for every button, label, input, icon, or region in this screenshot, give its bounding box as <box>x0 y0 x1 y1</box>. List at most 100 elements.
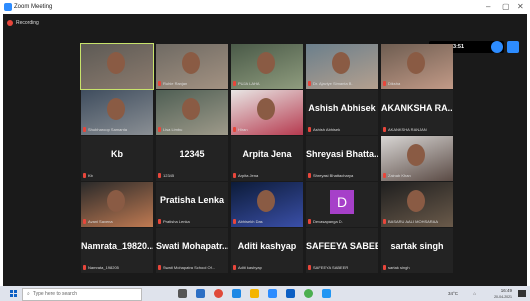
muted-mic-icon <box>233 127 236 133</box>
participant-name-label: Avani Saxena <box>83 218 151 225</box>
participant-tile[interactable]: SAFEEYA SABEER SAFEEYA SABEER <box>306 228 378 273</box>
participant-video <box>81 44 153 89</box>
participant-name-label: 12345 <box>158 172 226 179</box>
participant-tile[interactable]: Namrata_19820... Namrata_198205 <box>81 228 153 273</box>
participant-name-label: Diksha <box>383 80 451 87</box>
participant-tile[interactable]: AKANKSHA RA... AKANKSHA RANJAN <box>381 90 453 135</box>
chrome-icon[interactable] <box>214 289 223 298</box>
muted-mic-icon <box>83 265 86 271</box>
participant-display-name: Aditi kashyap <box>237 241 297 251</box>
participant-display-name: Swati Mohapatr... <box>156 241 228 251</box>
muted-mic-icon <box>308 173 311 179</box>
participant-display-name: SAFEEYA SABEER <box>306 241 378 251</box>
clock-date[interactable]: 20-04-2021 <box>494 294 512 301</box>
weather-temperature[interactable]: 34°C <box>448 290 458 297</box>
participant-tile[interactable]: Diksha <box>381 44 453 89</box>
participant-name-label: Aditi kashyap <box>233 264 301 271</box>
search-placeholder: Type here to search <box>32 291 78 297</box>
participant-face <box>332 52 350 74</box>
participant-display-name: Pratisha Lenka <box>159 195 225 205</box>
participant-tile[interactable]: Shreyasi Bhatta... Shreyasi Bhattacharya <box>306 136 378 181</box>
participant-tile[interactable]: Swati Mohapatr... Swati Mohapatra School … <box>156 228 228 273</box>
participant-face <box>257 190 275 212</box>
participant-display-name: AKANKSHA RA... <box>381 103 453 113</box>
participant-name-label: Pratisha Lenka <box>158 218 226 225</box>
zoom-taskbar-icon[interactable] <box>268 289 277 298</box>
participant-name-label: AKANKSHA RANJAN <box>383 126 451 133</box>
taskbar-search-input[interactable]: ⌕ Type here to search <box>22 288 142 301</box>
muted-mic-icon <box>383 81 386 87</box>
participant-name-label: Abhisekh Das <box>233 218 301 225</box>
muted-mic-icon <box>158 81 161 87</box>
participant-tile[interactable]: D Devasapanga D. <box>306 182 378 227</box>
participant-tile[interactable]: Hiran <box>231 90 303 135</box>
participant-tile[interactable]: Ruhie Ranjan <box>156 44 228 89</box>
participant-display-name: sartak singh <box>390 241 444 251</box>
browser-icon[interactable] <box>304 289 313 298</box>
participant-name-label: sartak singh <box>383 264 451 271</box>
participant-face <box>107 52 125 74</box>
muted-mic-icon <box>233 173 236 179</box>
muted-mic-icon <box>158 265 161 271</box>
participant-display-name: Shreyasi Bhatta... <box>306 149 378 159</box>
participant-tile[interactable]: Shubharoop Samanta <box>81 90 153 135</box>
participant-face <box>182 52 200 74</box>
participant-tile[interactable]: PUJA LAHA <box>231 44 303 89</box>
muted-mic-icon <box>158 173 161 179</box>
participant-tile[interactable]: Arpita Jena Arpita Jena <box>231 136 303 181</box>
participant-face <box>257 98 275 120</box>
participant-face <box>407 52 425 74</box>
minimize-icon[interactable]: – <box>486 2 490 12</box>
participant-tile[interactable]: Dr. Ajaviye Simanta B. <box>306 44 378 89</box>
task-view-icon[interactable] <box>178 289 187 298</box>
muted-mic-icon <box>383 265 386 271</box>
participant-display-name: Ashish Abhisek <box>308 103 376 113</box>
participant-name-label: PUJA LAHA <box>233 80 301 87</box>
participant-tile[interactable]: Abhisekh Das <box>231 182 303 227</box>
mail-icon[interactable] <box>286 289 295 298</box>
share-screen-icon[interactable] <box>507 41 519 53</box>
participant-name-label: Hiran <box>233 126 301 133</box>
record-icon <box>7 19 13 26</box>
muted-mic-icon <box>233 219 236 225</box>
participant-tile[interactable]: Ashish Abhisek Ashish Abhisek <box>306 90 378 135</box>
participant-tile[interactable]: Kb Kb <box>81 136 153 181</box>
muted-mic-icon <box>308 127 311 133</box>
participant-name-label: BASARU AALI MOHSARAA <box>383 218 451 225</box>
participant-tile[interactable]: BASARU AALI MOHSARAA <box>381 182 453 227</box>
participant-tile[interactable]: Pratisha Lenka Pratisha Lenka <box>156 182 228 227</box>
participant-face <box>182 98 200 120</box>
participant-tile[interactable]: Lisa Limbu <box>156 90 228 135</box>
search-icon: ⌕ <box>27 291 30 297</box>
windows-taskbar: ⌕ Type here to search 34°C ⌂ 16:49 20-04-… <box>0 286 530 301</box>
maximize-icon[interactable]: ▢ <box>502 2 510 12</box>
participant-name-label: Lisa Limbu <box>158 126 226 133</box>
zoom-logo-icon <box>4 3 12 11</box>
windows-start-icon[interactable] <box>10 290 17 297</box>
participant-avatar: D <box>330 190 354 214</box>
network-icon[interactable]: ⌂ <box>473 290 476 297</box>
muted-mic-icon <box>83 173 86 179</box>
participant-tile[interactable]: 12345 12345 <box>156 136 228 181</box>
file-explorer-icon[interactable] <box>250 289 259 298</box>
recording-label: Recording <box>16 20 39 26</box>
notifications-icon[interactable] <box>518 290 526 297</box>
muted-mic-icon <box>233 81 236 87</box>
edge-icon[interactable] <box>232 289 241 298</box>
title-bar: Zoom Meeting – ▢ ✕ <box>0 0 530 14</box>
muted-mic-icon <box>158 219 161 225</box>
participant-display-name: Namrata_19820... <box>81 241 153 251</box>
participant-tile[interactable]: Avani Saxena <box>81 182 153 227</box>
app-icon[interactable] <box>322 289 331 298</box>
participant-tile[interactable]: sartak singh sartak singh <box>381 228 453 273</box>
participant-name-label: Zainab Khan <box>383 172 451 179</box>
camera-icon[interactable] <box>491 41 503 53</box>
participant-face <box>257 52 275 74</box>
muted-mic-icon <box>383 173 386 179</box>
participant-tile[interactable]: Aditi kashyap Aditi kashyap <box>231 228 303 273</box>
close-icon[interactable]: ✕ <box>517 2 524 12</box>
store-icon[interactable] <box>196 289 205 298</box>
clock-time[interactable]: 16:49 <box>501 287 512 294</box>
participant-tile[interactable] <box>80 43 154 90</box>
participant-tile[interactable]: Zainab Khan <box>381 136 453 181</box>
